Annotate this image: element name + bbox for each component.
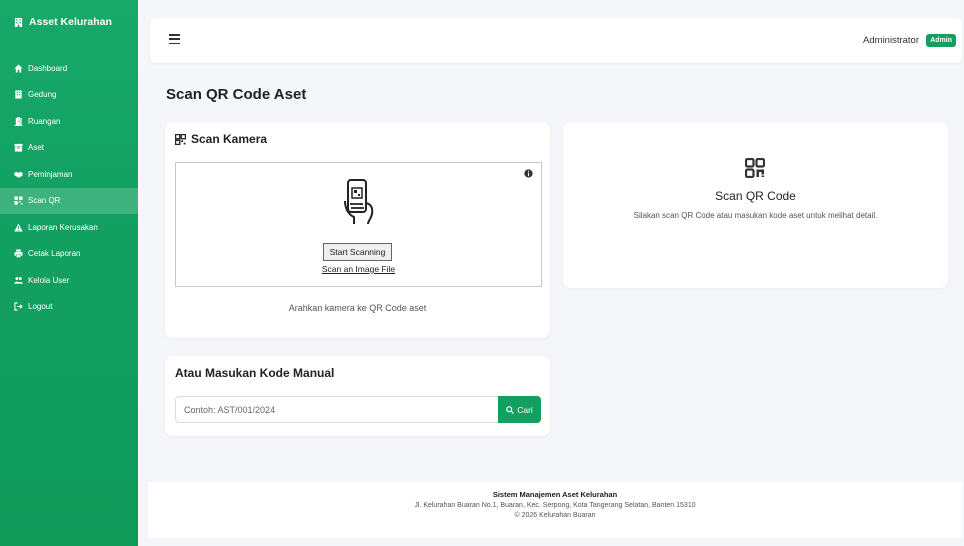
scan-result-card: Scan QR Code Silakan scan QR Code atau m… — [563, 122, 948, 288]
search-button[interactable]: Cari — [498, 396, 541, 423]
sidebar-item-logout[interactable]: Logout — [0, 294, 138, 321]
page-title: Scan QR Code Aset — [166, 86, 307, 103]
info-icon[interactable] — [524, 169, 533, 178]
brand-title: Asset Kelurahan — [29, 16, 112, 28]
sidebar-menu: Dashboard Gedung Ruangan Aset Peminjaman… — [0, 55, 138, 320]
sidebar: Asset Kelurahan Dashboard Gedung Ruangan… — [0, 0, 138, 546]
building-icon — [15, 90, 22, 99]
sidebar-item-ruangan[interactable]: Ruangan — [0, 108, 138, 135]
scan-image-file-link[interactable]: Scan an Image File — [176, 264, 541, 274]
door-icon — [14, 116, 23, 126]
sidebar-item-scan-qr[interactable]: Scan QR — [0, 187, 138, 214]
footer-copyright: © 2026 Kelurahan Buaran — [514, 512, 596, 519]
home-icon — [14, 64, 23, 73]
search-button-label: Cari — [517, 404, 533, 415]
sidebar-item-aset[interactable]: Aset — [0, 135, 138, 162]
sidebar-item-label: Aset — [28, 143, 45, 153]
sidebar-item-peminjaman[interactable]: Peminjaman — [0, 161, 138, 188]
sidebar-item-gedung[interactable]: Gedung — [0, 82, 138, 109]
manual-code-title: Atau Masukan Kode Manual — [175, 366, 335, 380]
search-icon — [506, 405, 515, 414]
qrcode-icon — [14, 196, 23, 205]
sidebar-item-label: Cetak Laporan — [28, 249, 81, 259]
result-description: Silakan scan QR Code atau masukan kode a… — [633, 211, 878, 220]
sidebar-item-label: Dashboard — [28, 63, 68, 73]
brand[interactable]: Asset Kelurahan — [0, 0, 138, 28]
top-navbar: Administrator Admin — [150, 18, 962, 63]
logout-icon — [14, 302, 23, 311]
sidebar-item-kelola-user[interactable]: Kelola User — [0, 267, 138, 294]
scan-camera-title: Scan Kamera — [175, 132, 267, 146]
sidebar-item-label: Ruangan — [28, 116, 61, 126]
result-title: Scan QR Code — [715, 189, 796, 203]
users-icon — [14, 276, 23, 284]
sidebar-item-dashboard[interactable]: Dashboard — [0, 55, 138, 82]
footer-title: Sistem Manajemen Aset Kelurahan — [492, 490, 618, 499]
scan-hint: Arahkan kamera ke QR Code aset — [288, 303, 427, 313]
qr-scanner-region: Start Scanning Scan an Image File — [175, 162, 542, 287]
qrcode-icon — [175, 133, 186, 145]
handshake-icon — [14, 171, 23, 178]
sidebar-item-cetak-laporan[interactable]: Cetak Laporan — [0, 241, 138, 268]
start-scanning-button[interactable]: Start Scanning — [323, 243, 392, 261]
sidebar-item-laporan-kerusakan[interactable]: Laporan Kerusakan — [0, 214, 138, 241]
manual-code-card: Atau Masukan Kode Manual Cari — [165, 356, 550, 436]
asset-code-input[interactable] — [175, 396, 499, 423]
scan-camera-title-text: Scan Kamera — [191, 132, 268, 146]
scan-camera-card: Scan Kamera Start Scanning Scan an Image… — [165, 122, 550, 338]
scan-phone-icon — [344, 179, 374, 225]
sidebar-item-label: Logout — [28, 302, 53, 312]
sidebar-item-label: Scan QR — [28, 196, 61, 206]
footer-address: Jl. Kelurahan Buaran No.1, Buaran, Kec. … — [414, 502, 696, 509]
qrcode-icon — [745, 158, 765, 178]
role-badge: Admin — [926, 34, 956, 47]
sidebar-item-label: Kelola User — [28, 275, 70, 285]
menu-toggle-icon[interactable] — [169, 34, 180, 45]
warning-icon — [14, 223, 23, 232]
sidebar-item-label: Peminjaman — [28, 169, 73, 179]
user-name[interactable]: Administrator — [863, 35, 919, 46]
building-icon — [14, 17, 23, 27]
sidebar-item-label: Laporan Kerusakan — [28, 222, 98, 232]
print-icon — [14, 249, 23, 259]
footer: Sistem Manajemen Aset Kelurahan Jl. Kelu… — [148, 482, 962, 538]
box-icon — [14, 144, 23, 152]
sidebar-item-label: Gedung — [28, 90, 57, 100]
